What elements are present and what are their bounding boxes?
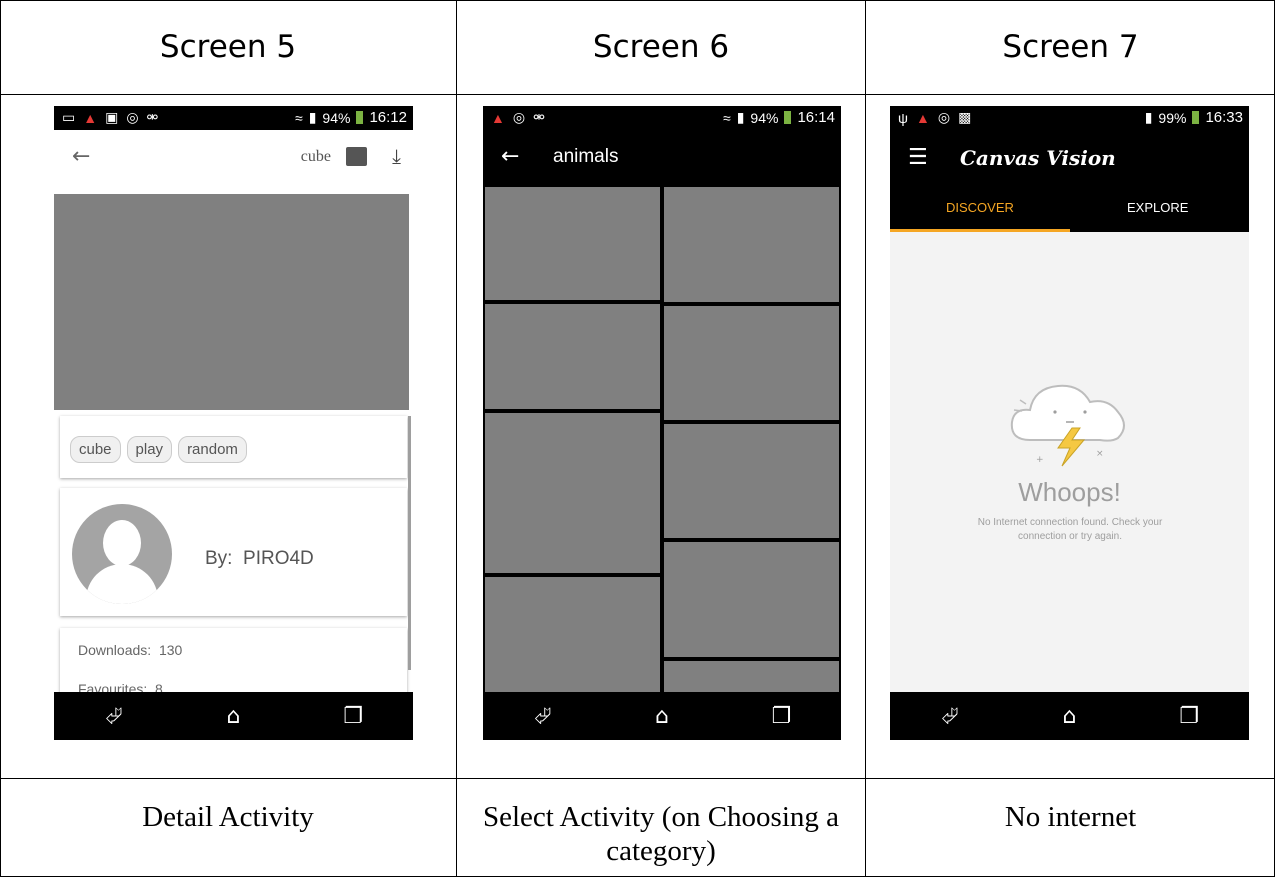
- home-nav-icon[interactable]: ⌂: [632, 704, 692, 729]
- tag-chip[interactable]: cube: [70, 436, 121, 463]
- app-title: Canvas Vision: [960, 146, 1116, 170]
- back-nav-icon[interactable]: ⮰: [920, 704, 980, 729]
- column-title: Screen 5: [159, 29, 297, 65]
- tag-chip[interactable]: random: [178, 436, 247, 463]
- target-icon: ◎: [126, 109, 139, 125]
- tab-discover[interactable]: DISCOVER: [946, 200, 1014, 215]
- column-divider: [456, 0, 457, 877]
- scrollbar[interactable]: [408, 416, 411, 670]
- system-nav-bar: ⮰ ⌂ ❐: [54, 692, 413, 740]
- clock: 16:33: [1205, 109, 1243, 126]
- downloads-stat: Downloads: 130: [78, 642, 183, 658]
- wallpaper-thumbnail[interactable]: [664, 306, 839, 420]
- column-title: Screen 7: [1002, 29, 1139, 65]
- wallpaper-preview[interactable]: [54, 194, 409, 410]
- wallpaper-thumbnail[interactable]: [664, 424, 839, 538]
- wallpaper-thumbnail[interactable]: [485, 413, 660, 573]
- battery-icon: [784, 111, 792, 124]
- column-divider: [865, 0, 866, 877]
- signal-icon: ▮: [736, 109, 745, 125]
- tab-explore[interactable]: EXPLORE: [1127, 200, 1188, 215]
- status-bar: ψ ▲ ◎ ▩ ▮ 99% 16:33: [890, 106, 1249, 130]
- author-card: By: PIRO4D: [60, 488, 407, 616]
- wallpaper-thumbnail[interactable]: [664, 187, 839, 302]
- battery-icon: [356, 111, 364, 124]
- warning-icon: ▲: [83, 109, 98, 126]
- usb-icon: ψ: [898, 109, 908, 126]
- download-icon[interactable]: ⤓: [392, 144, 401, 168]
- wallpaper-thumbnail[interactable]: [485, 187, 660, 300]
- target-icon: ◎: [512, 109, 526, 125]
- arrow-left-icon[interactable]: ←: [72, 144, 90, 169]
- svg-text:×: ×: [1096, 449, 1104, 459]
- image-icon[interactable]: [346, 147, 367, 166]
- clock: 16:14: [797, 109, 835, 126]
- error-title: Whoops!: [1018, 477, 1121, 507]
- author-name: PIRO4D: [243, 548, 314, 569]
- menu-icon[interactable]: ☰: [908, 145, 928, 170]
- wallpaper-thumbnail[interactable]: [485, 577, 660, 692]
- toolbar: ☰ Canvas Vision DISCOVER EXPLORE: [890, 130, 1249, 232]
- wallpaper-thumbnail[interactable]: [664, 661, 839, 692]
- warning-icon: ▲: [915, 109, 930, 126]
- column-caption: Select Activity (on Choosing a category): [482, 801, 839, 867]
- column-caption: Detail Activity: [142, 801, 314, 833]
- back-nav-icon[interactable]: ⮰: [84, 704, 144, 729]
- phone-screen-select: ▲ ◎ ⚮ ≈ ▮ 94% 16:14 ← animals ⮰ ⌂ ❐: [483, 106, 841, 740]
- tag-chip[interactable]: play: [126, 436, 173, 463]
- android-icon: ▩: [958, 109, 972, 125]
- warning-icon: ▲: [491, 109, 505, 126]
- status-bar: ▭ ▲ ▣ ◎ ⚮ ≈ ▮ 94% 16:12: [54, 106, 413, 130]
- wifi-icon: ≈: [723, 109, 731, 126]
- content-area: + × Whoops! No Internet connection found…: [890, 232, 1249, 692]
- toolbar: ← animals: [483, 130, 841, 185]
- toolbar: ← cube ⤓: [54, 130, 413, 188]
- recents-nav-icon[interactable]: ❐: [1159, 704, 1219, 729]
- tags-card: cube play random: [60, 416, 407, 478]
- battery-percent: 94%: [750, 109, 779, 126]
- wifi-icon: ≈: [295, 109, 303, 126]
- key-icon: ⚮: [146, 109, 159, 125]
- key-icon: ⚮: [533, 109, 545, 125]
- clock: 16:12: [369, 109, 407, 126]
- home-nav-icon[interactable]: ⌂: [203, 704, 263, 729]
- wallpaper-thumbnail[interactable]: [664, 542, 839, 657]
- wallpaper-grid: [483, 185, 841, 692]
- battery-percent: 94%: [322, 109, 351, 126]
- column-caption: No internet: [1004, 801, 1137, 833]
- phone-screen-no-internet: ψ ▲ ◎ ▩ ▮ 99% 16:33 ☰ Canvas Vision DISC…: [890, 106, 1249, 740]
- status-bar: ▲ ◎ ⚮ ≈ ▮ 94% 16:14: [483, 106, 841, 130]
- battery-icon: [1192, 111, 1200, 124]
- author-label: By: PIRO4D: [205, 548, 314, 569]
- no-connection-cloud-icon: + ×: [1010, 384, 1125, 467]
- error-message: No Internet connection found. Check your…: [977, 517, 1163, 542]
- column-title: Screen 6: [592, 29, 730, 65]
- toolbar-title: animals: [553, 146, 619, 167]
- svg-text:+: +: [1036, 455, 1044, 465]
- wallpaper-thumbnail[interactable]: [485, 304, 660, 409]
- avatar: [72, 504, 172, 604]
- signal-icon: ▮: [1144, 109, 1153, 125]
- row-divider: [0, 94, 1275, 95]
- sd-card-icon: ▭: [62, 109, 76, 125]
- battery-percent: 99%: [1158, 109, 1187, 126]
- home-nav-icon[interactable]: ⌂: [1039, 704, 1099, 729]
- system-nav-bar: ⮰ ⌂ ❐: [483, 692, 841, 740]
- signal-icon: ▮: [308, 109, 317, 125]
- phone-screen-detail: ▭ ▲ ▣ ◎ ⚮ ≈ ▮ 94% 16:12 ← cube ⤓ cube pla…: [54, 106, 413, 740]
- image-notification-icon: ▣: [105, 109, 119, 125]
- system-nav-bar: ⮰ ⌂ ❐: [890, 692, 1249, 740]
- recents-nav-icon[interactable]: ❐: [751, 704, 811, 729]
- target-icon: ◎: [937, 109, 951, 125]
- toolbar-title: cube: [300, 148, 331, 165]
- recents-nav-icon[interactable]: ❐: [323, 704, 383, 729]
- back-nav-icon[interactable]: ⮰: [513, 704, 573, 729]
- arrow-left-icon[interactable]: ←: [501, 144, 519, 169]
